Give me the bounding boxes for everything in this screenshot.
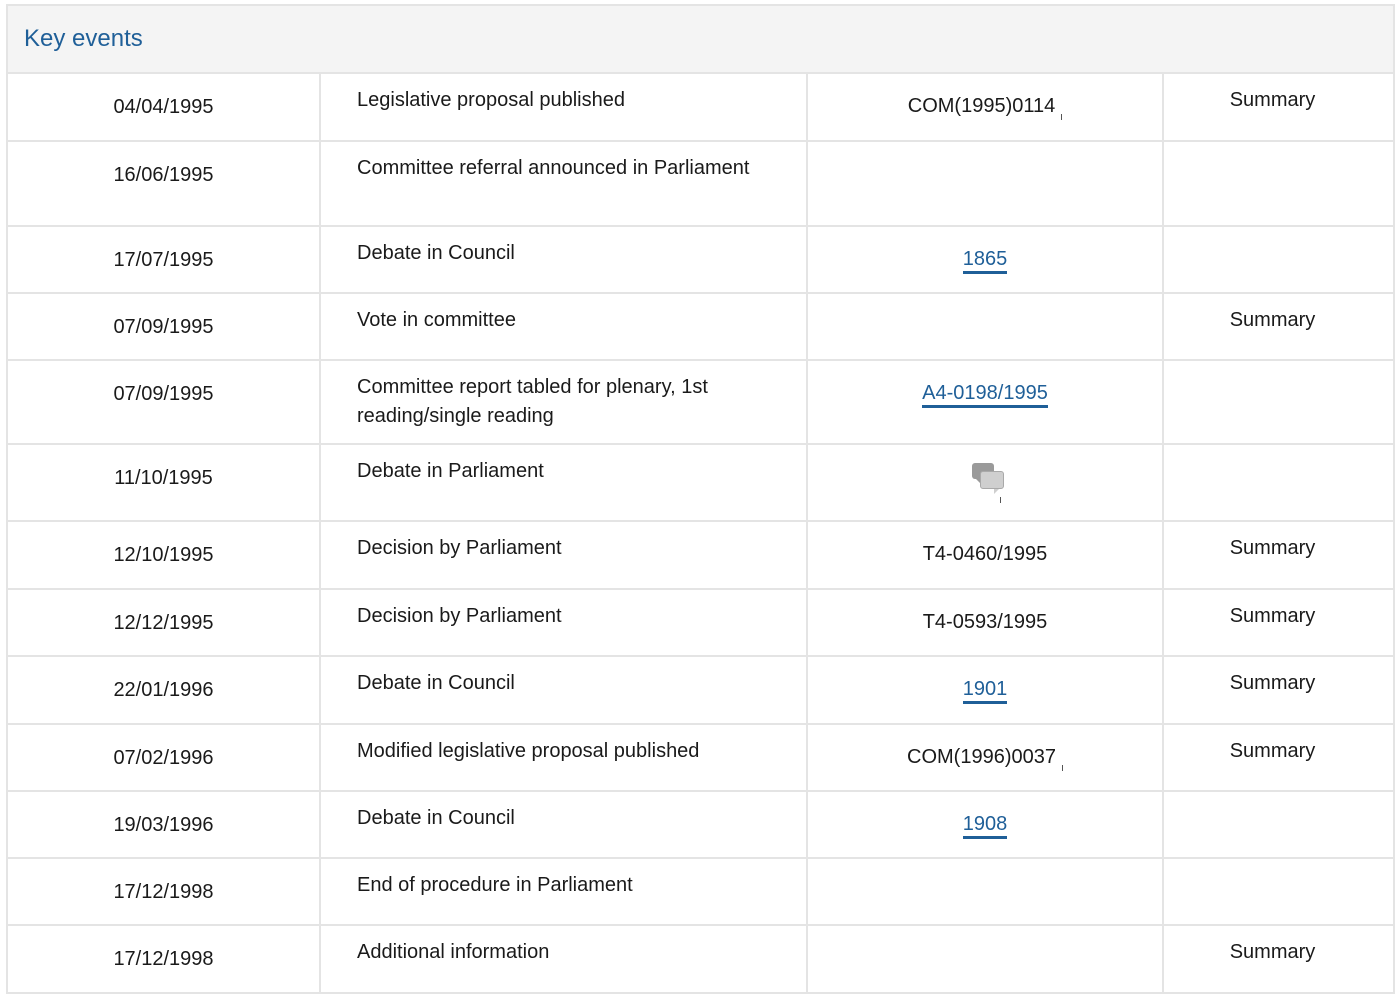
reference-text: COM(1996)0037 xyxy=(907,746,1056,768)
event-description: Debate in Council xyxy=(320,226,808,294)
event-description: Committee report tabled for plenary, 1st… xyxy=(320,360,808,445)
key-events-table-body: 04/04/1995 Legislative proposal published… xyxy=(8,74,1395,994)
event-date: 17/12/1998 xyxy=(8,925,321,994)
event-reference-cell: COM(1995)0114 xyxy=(807,74,1164,142)
event-reference-cell: 1901 xyxy=(807,656,1164,725)
event-description: Legislative proposal published xyxy=(320,74,808,142)
summary-cell xyxy=(1163,141,1395,227)
event-reference-cell xyxy=(807,858,1164,926)
event-date: 11/10/1995 xyxy=(8,444,321,522)
summary-cell xyxy=(1163,791,1395,859)
event-description: Decision by Parliament xyxy=(320,521,808,590)
table-row: 12/12/1995 Decision by Parliament T4-0593/… xyxy=(8,589,1395,657)
table-row: 17/07/1995 Debate in Council 1865 xyxy=(8,226,1395,294)
event-date: 07/02/1996 xyxy=(8,724,321,792)
summary-cell xyxy=(1163,360,1395,445)
table-row: 07/09/1995 Committee report tabled for pl… xyxy=(8,360,1395,445)
event-reference-cell: A4-0198/1995 xyxy=(807,360,1164,445)
event-description: Modified legislative proposal published xyxy=(320,724,808,792)
event-date: 12/12/1995 xyxy=(8,589,321,657)
table-row: 12/10/1995 Decision by Parliament T4-0460/… xyxy=(8,521,1395,590)
table-row: 17/12/1998 End of procedure in Parliament xyxy=(8,858,1395,926)
event-description: Committee referral announced in Parliame… xyxy=(320,141,808,227)
event-reference-cell xyxy=(807,141,1164,227)
event-reference-cell: COM(1996)0037 xyxy=(807,724,1164,792)
reference-text: COM(1995)0114 xyxy=(907,95,1056,117)
event-date: 12/10/1995 xyxy=(8,521,321,590)
table-row: 07/02/1996 Modified legislative proposal … xyxy=(8,724,1395,792)
document-marker-icon xyxy=(1061,114,1063,120)
event-date: 17/07/1995 xyxy=(8,226,321,294)
summary-cell: Summary xyxy=(1163,925,1395,994)
summary-cell xyxy=(1163,858,1395,926)
reference-link[interactable]: A4-0198/1995 xyxy=(922,382,1048,408)
event-date: 16/06/1995 xyxy=(8,141,321,227)
event-reference-cell: T4-0460/1995 xyxy=(807,521,1164,590)
summary-link[interactable]: Summary xyxy=(1230,537,1316,559)
reference-link[interactable]: 1908 xyxy=(962,813,1008,839)
summary-cell: Summary xyxy=(1163,74,1395,142)
event-description: Debate in Council xyxy=(320,656,808,725)
table-row: 07/09/1995 Vote in committee Summary xyxy=(8,293,1395,361)
reference-link[interactable]: 1865 xyxy=(962,248,1008,274)
summary-cell: Summary xyxy=(1163,521,1395,590)
summary-link[interactable]: Summary xyxy=(1230,941,1316,963)
summary-cell: Summary xyxy=(1163,589,1395,657)
summary-cell: Summary xyxy=(1163,656,1395,725)
key-events-panel: Key events 04/04/1995 Legislative proposa… xyxy=(6,4,1395,994)
event-date: 07/09/1995 xyxy=(8,293,321,361)
speech-bubble-front-icon xyxy=(980,471,1004,494)
event-description: Decision by Parliament xyxy=(320,589,808,657)
summary-link[interactable]: Summary xyxy=(1230,672,1316,694)
summary-link[interactable]: Summary xyxy=(1230,740,1316,762)
table-row: 04/04/1995 Legislative proposal published… xyxy=(8,74,1395,142)
event-reference-cell xyxy=(807,444,1164,522)
reference-link[interactable]: 1901 xyxy=(962,678,1008,704)
document-marker-icon xyxy=(1000,497,1001,503)
event-date: 04/04/1995 xyxy=(8,74,321,142)
panel-title: Key events xyxy=(24,25,143,52)
summary-cell xyxy=(1163,226,1395,294)
reference-text: T4-0593/1995 xyxy=(922,611,1048,633)
event-reference-cell: 1865 xyxy=(807,226,1164,294)
event-description: Additional information xyxy=(320,925,808,994)
event-date: 07/09/1995 xyxy=(8,360,321,445)
key-events-table: 04/04/1995 Legislative proposal published… xyxy=(8,74,1395,994)
summary-cell: Summary xyxy=(1163,293,1395,361)
event-date: 19/03/1996 xyxy=(8,791,321,859)
summary-link[interactable]: Summary xyxy=(1230,89,1316,111)
debate-icon[interactable] xyxy=(970,461,1006,503)
event-description: End of procedure in Parliament xyxy=(320,858,808,926)
event-reference-cell xyxy=(807,925,1164,994)
event-date: 22/01/1996 xyxy=(8,656,321,725)
table-row: 11/10/1995 Debate in Parliament xyxy=(8,444,1395,522)
document-marker-icon xyxy=(1061,765,1063,771)
reference-text: T4-0460/1995 xyxy=(922,543,1048,565)
table-row: 16/06/1995 Committee referral announced i… xyxy=(8,141,1395,227)
summary-link[interactable]: Summary xyxy=(1230,605,1316,627)
table-row: 17/12/1998 Additional information Summary xyxy=(8,925,1395,994)
event-reference-cell xyxy=(807,293,1164,361)
event-reference-cell: T4-0593/1995 xyxy=(807,589,1164,657)
summary-cell: Summary xyxy=(1163,724,1395,792)
event-reference-cell: 1908 xyxy=(807,791,1164,859)
table-row: 19/03/1996 Debate in Council 1908 xyxy=(8,791,1395,859)
table-row: 22/01/1996 Debate in Council 1901 Summary xyxy=(8,656,1395,725)
summary-cell xyxy=(1163,444,1395,522)
event-description: Vote in committee xyxy=(320,293,808,361)
summary-link[interactable]: Summary xyxy=(1230,309,1316,331)
panel-header: Key events xyxy=(8,6,1393,74)
event-description: Debate in Parliament xyxy=(320,444,808,522)
event-date: 17/12/1998 xyxy=(8,858,321,926)
event-description: Debate in Council xyxy=(320,791,808,859)
